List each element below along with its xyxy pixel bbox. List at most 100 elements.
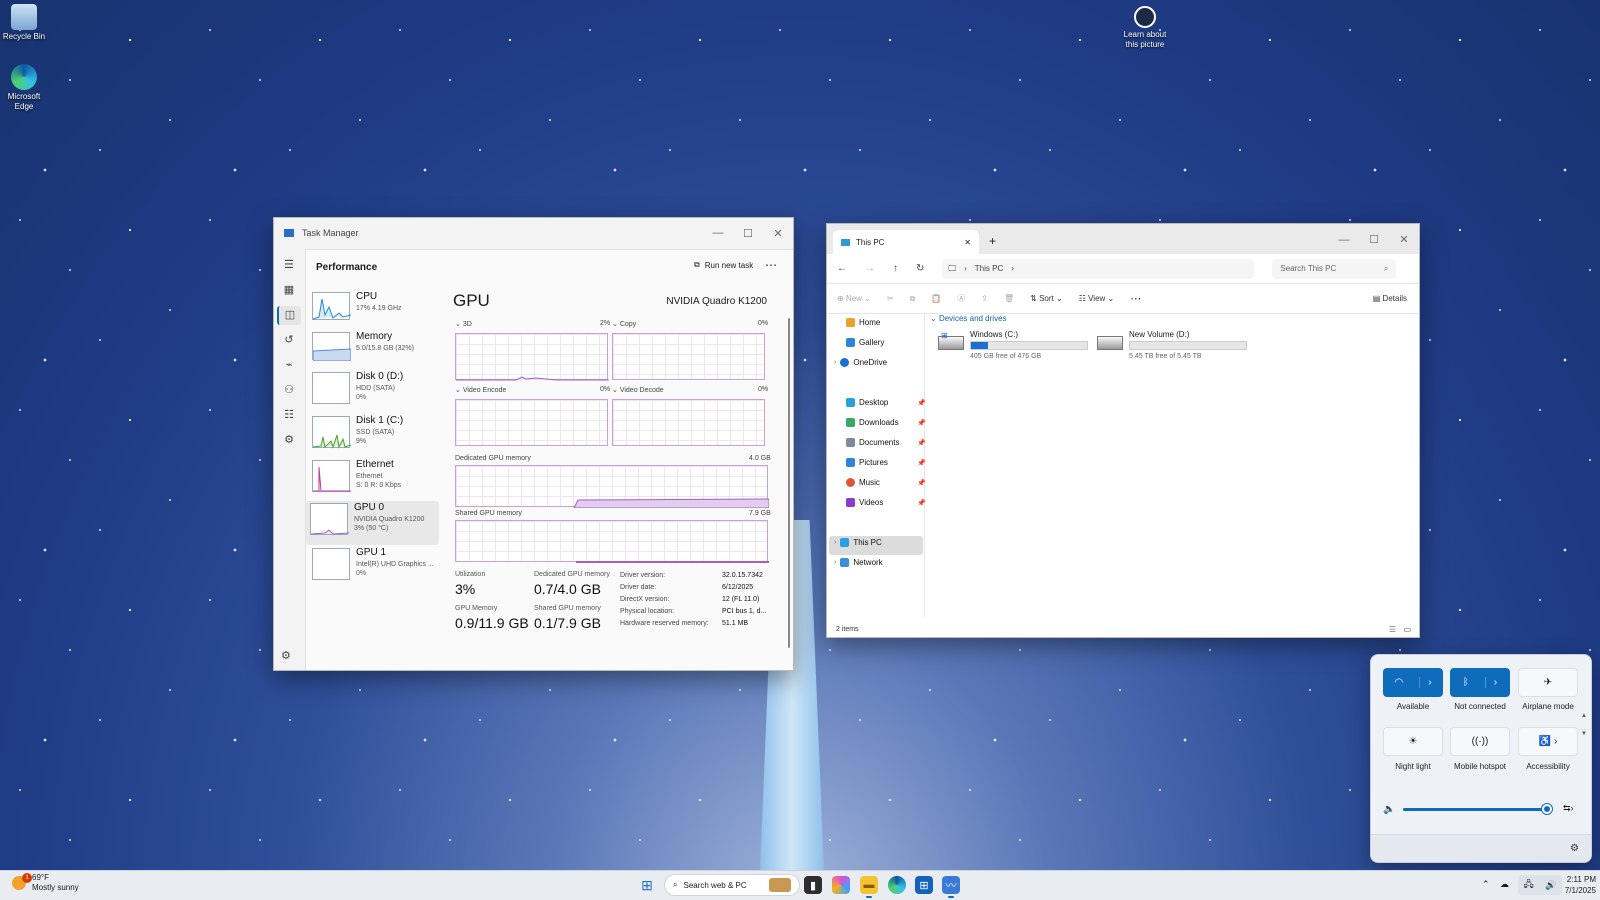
nav-item-videos[interactable]: Videos — [846, 498, 883, 507]
users-icon[interactable]: ⚇ — [277, 381, 301, 400]
night-light-tile[interactable]: ☀ — [1383, 727, 1443, 756]
store-icon[interactable]: ⊞ — [915, 876, 933, 894]
accessibility-tile[interactable]: ♿ › — [1518, 727, 1578, 756]
minimize-button[interactable]: — — [1329, 234, 1359, 246]
close-button[interactable]: ✕ — [763, 227, 793, 240]
devices-group-header[interactable]: ⌄ Devices and drives — [930, 314, 1007, 323]
show-hidden-icons-chevron[interactable]: ⌃ — [1482, 879, 1490, 890]
chevron-right-icon[interactable]: › — [1419, 677, 1432, 688]
nav-item-network[interactable]: › Network — [834, 558, 883, 567]
more-options-icon[interactable]: ⋯ — [765, 258, 777, 272]
edge-desktop-icon[interactable]: Microsoft Edge — [0, 64, 48, 112]
list-item-gpu1[interactable]: GPU 1 Intel(R) UHD Graphics ... 0% — [308, 546, 434, 586]
paste-icon[interactable]: 📋 — [931, 294, 941, 303]
nav-item-documents[interactable]: Documents — [846, 438, 899, 447]
rename-icon[interactable]: Ⓐ — [957, 293, 965, 304]
list-view-icon[interactable]: ☰ — [1389, 625, 1396, 634]
delete-icon[interactable]: 🗑 — [1004, 294, 1014, 303]
list-item-gpu0[interactable]: GPU 0 NVIDIA Quadro K1200 3% (50 °C) — [306, 501, 439, 545]
graph-encode-label[interactable]: ⌄ Video Encode — [455, 386, 506, 394]
new-button[interactable]: ⊕ New ⌄ — [837, 294, 871, 303]
scrollbar[interactable] — [788, 318, 790, 648]
thumbnail-view-icon[interactable]: ▭ — [1403, 625, 1411, 634]
graph-copy-label[interactable]: ⌄ Copy — [612, 320, 636, 328]
copy-icon[interactable]: ⧉ — [910, 294, 916, 304]
mobile-hotspot-tile[interactable]: ((·)) — [1450, 727, 1510, 756]
nav-item-onedrive[interactable]: › OneDrive — [834, 358, 887, 367]
edge-taskbar-icon[interactable] — [888, 876, 906, 894]
nav-item-music[interactable]: Music — [846, 478, 880, 487]
drive-d[interactable]: New Volume (D:) 5.45 TB free of 5.45 TB — [1097, 330, 1247, 364]
share-icon[interactable]: ⇪ — [981, 294, 988, 303]
wifi-tile[interactable]: ◠ › — [1383, 668, 1443, 697]
maximize-button[interactable]: ☐ — [733, 227, 763, 240]
clock[interactable]: 2:11 PM 7/1/2025 — [1560, 874, 1596, 896]
up-icon[interactable]: ↑ — [893, 263, 898, 274]
app-history-icon[interactable]: ↺ — [277, 331, 301, 350]
nav-item-home[interactable]: Home — [846, 318, 880, 327]
learn-about-picture[interactable]: Learn about this picture — [1120, 6, 1170, 50]
nav-item-this-pc[interactable]: › This PC — [834, 538, 882, 547]
copilot-icon[interactable] — [832, 876, 850, 894]
forward-icon[interactable]: → — [865, 263, 875, 274]
bluetooth-tile[interactable]: ᛒ › — [1450, 668, 1510, 697]
list-item-cpu[interactable]: CPU 17% 4.19 GHz — [308, 290, 434, 330]
weather-widget[interactable]: 1 69°F Mostly sunny — [12, 873, 79, 893]
graph-3d-label[interactable]: ⌄ 3D — [455, 320, 472, 328]
volume-slider[interactable] — [1403, 804, 1553, 814]
details-icon[interactable]: ☷ — [277, 406, 301, 425]
processes-icon[interactable]: ▦ — [277, 281, 301, 300]
system-tray-group[interactable]: 🖧 🔊 — [1518, 875, 1562, 895]
list-item-disk0[interactable]: Disk 0 (D:) HDD (SATA) 0% — [308, 370, 434, 410]
terminal-icon[interactable]: ▮ — [804, 876, 822, 894]
home-icon — [846, 318, 855, 327]
minimize-button[interactable]: — — [703, 227, 733, 239]
scroll-down-icon[interactable]: ▼ — [1581, 731, 1587, 737]
new-tab-button[interactable]: + — [989, 234, 996, 248]
settings-icon[interactable]: ⚙ — [281, 649, 291, 662]
list-item-disk1[interactable]: Disk 1 (C:) SSD (SATA) 9% — [308, 414, 434, 454]
speaker-icon[interactable]: 🔈 — [1383, 804, 1395, 815]
nav-item-pictures[interactable]: Pictures — [846, 458, 888, 467]
file-explorer-taskbar-icon[interactable]: ▬ — [860, 876, 878, 894]
taskbar-search[interactable]: ⌕ Search web & PC — [664, 874, 800, 896]
music-icon — [846, 478, 855, 487]
scroll-up-icon[interactable]: ▲ — [1581, 713, 1587, 719]
close-tab-icon[interactable]: ✕ — [964, 238, 971, 247]
settings-icon[interactable]: ⚙ — [1570, 843, 1579, 854]
list-item-ethernet[interactable]: Ethernet Ethernet S: 0 R: 0 Kbps — [308, 458, 434, 498]
start-button-icon[interactable]: ⊞ — [638, 876, 656, 894]
close-button[interactable]: ✕ — [1389, 233, 1419, 246]
nav-item-gallery[interactable]: Gallery — [846, 338, 884, 347]
sort-button[interactable]: ⇅ Sort ⌄ — [1030, 294, 1063, 303]
search-input[interactable]: Search This PC ⌕ — [1272, 258, 1397, 279]
cut-icon[interactable]: ✂ — [887, 294, 894, 303]
address-bar[interactable]: 🖵 › This PC › — [942, 258, 1255, 279]
back-icon[interactable]: ← — [837, 263, 847, 274]
chevron-right-icon[interactable]: › — [1484, 677, 1497, 688]
tab-this-pc[interactable]: This PC ✕ — [833, 230, 979, 254]
hamburger-icon[interactable]: ☰ — [277, 256, 301, 275]
refresh-icon[interactable]: ↻ — [916, 263, 924, 274]
onedrive-tray-icon[interactable]: ☁ — [1500, 879, 1509, 890]
graph-decode-label[interactable]: ⌄ Video Decode — [612, 386, 664, 394]
list-item-memory[interactable]: Memory 5.0/15.8 GB (32%) — [308, 330, 434, 370]
pin-icon: 📌 — [917, 500, 926, 507]
nav-item-desktop[interactable]: Desktop — [846, 398, 888, 407]
view-button[interactable]: ☷ View ⌄ — [1079, 294, 1115, 303]
startup-apps-icon[interactable]: ⌁ — [277, 356, 301, 375]
recycle-bin-icon[interactable]: Recycle Bin — [0, 4, 48, 42]
performance-icon[interactable]: ◫ — [277, 306, 301, 325]
nav-item-downloads[interactable]: Downloads — [846, 418, 899, 427]
details-button[interactable]: ▤ Details — [1373, 294, 1407, 303]
audio-output-icon[interactable]: ⇆› — [1563, 803, 1574, 814]
drive-c[interactable]: ⊞ Windows (C:) 405 GB free of 476 GB — [938, 330, 1088, 364]
maximize-button[interactable]: ☐ — [1359, 233, 1389, 246]
volume-slider-thumb[interactable] — [1542, 804, 1552, 814]
run-new-task-button[interactable]: ⧉ Run new task — [694, 260, 753, 270]
airplane-mode-tile[interactable]: ✈ — [1518, 668, 1578, 697]
breadcrumb[interactable]: This PC — [975, 264, 1003, 273]
services-icon[interactable]: ⚙ — [277, 431, 301, 450]
more-options-icon[interactable]: ⋯ — [1130, 292, 1141, 305]
task-manager-taskbar-icon[interactable]: 〰 — [942, 876, 960, 894]
